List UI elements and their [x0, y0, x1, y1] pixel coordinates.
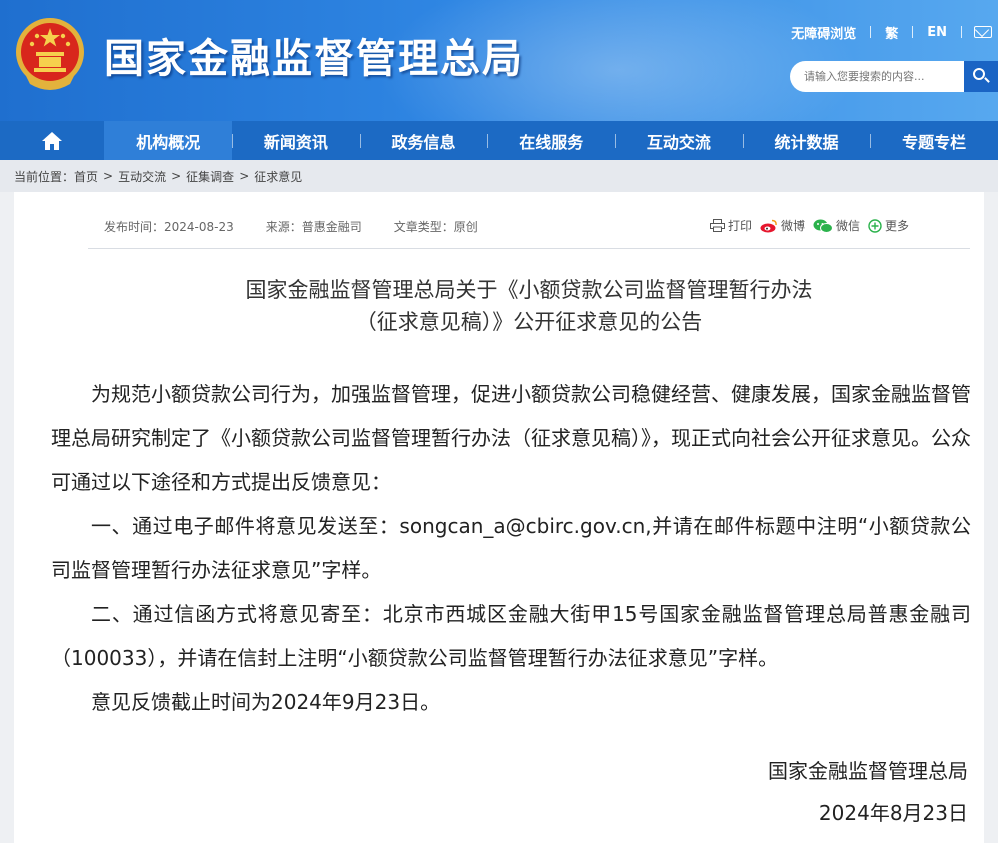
weibo-label: 微博: [781, 219, 806, 233]
search-button[interactable]: [964, 61, 998, 92]
traditional-chinese-link[interactable]: 繁: [871, 23, 912, 42]
search-box: [790, 61, 998, 92]
article-title-line2: （征求意见稿）》公开征求意见的公告: [355, 310, 703, 334]
wechat-share-button[interactable]: 微信: [813, 217, 860, 234]
paragraph-email: 一、通过电子邮件将意见发送至：songcan_a@cbirc.gov.cn,并请…: [51, 514, 971, 582]
wechat-icon: [813, 219, 834, 233]
accessibility-link[interactable]: 无障碍浏览: [777, 23, 870, 42]
article-source: 来源：普惠金融司: [265, 220, 362, 234]
nav-item-institution[interactable]: 机构概况: [104, 121, 233, 160]
nav-home[interactable]: [0, 121, 104, 160]
article-title: 国家金融监督管理总局关于《小额贷款公司监督管理暂行办法 （征求意见稿）》公开征求…: [88, 274, 970, 338]
nav-item-online-services[interactable]: 在线服务: [487, 121, 615, 160]
breadcrumb-separator: >: [239, 169, 250, 183]
breadcrumb-separator: >: [171, 169, 182, 183]
weibo-share-button[interactable]: 微博: [760, 217, 805, 234]
divider: [961, 26, 962, 38]
nav-item-news[interactable]: 新闻资讯: [232, 121, 360, 160]
weibo-icon: [760, 219, 777, 232]
article-body: 为规范小额贷款公司行为，加强监督管理，促进小额贷款公司稳健经营、健康发展，国家金…: [51, 372, 971, 724]
search-input[interactable]: [790, 61, 966, 92]
plus-circle-icon: [868, 218, 882, 233]
wechat-label: 微信: [836, 219, 861, 233]
more-share-button[interactable]: 更多: [868, 217, 909, 234]
print-label: 打印: [728, 219, 753, 233]
breadcrumb-separator: >: [103, 169, 114, 183]
print-button[interactable]: 打印: [710, 217, 752, 234]
breadcrumb-label: 当前位置：: [14, 169, 75, 184]
breadcrumb-home[interactable]: 首页: [74, 168, 98, 185]
article-meta: 发布时间：2024-08-23 来源：普惠金融司 文章类型：原创: [104, 218, 510, 235]
nav-item-interaction[interactable]: 互动交流: [615, 121, 743, 160]
mail-icon[interactable]: [974, 26, 992, 38]
share-toolbar: 打印 微博 微信 更多: [710, 217, 917, 234]
breadcrumb-consultation[interactable]: 征求意见: [254, 168, 302, 185]
breadcrumb-interaction[interactable]: 互动交流: [118, 168, 166, 185]
article-title-line1: 国家金融监督管理总局关于《小额贷款公司监督管理暂行办法: [245, 278, 813, 302]
signature: 国家金融监督管理总局 2024年8月23日: [768, 750, 968, 834]
publish-time: 发布时间：2024-08-23: [104, 220, 234, 234]
paragraph-intro: 为规范小额贷款公司行为，加强监督管理，促进小额贷款公司稳健经营、健康发展，国家金…: [51, 382, 971, 494]
site-header: 国家金融监督管理总局 无障碍浏览 繁 EN: [0, 0, 998, 121]
utility-links: 无障碍浏览 繁 EN: [777, 22, 998, 42]
signature-org: 国家金融监督管理总局: [768, 759, 968, 783]
breadcrumb: 当前位置： 首页 > 互动交流 > 征集调查 > 征求意见: [0, 160, 998, 192]
article-type: 文章类型：原创: [393, 220, 478, 234]
printer-icon: [710, 219, 725, 232]
article-panel: 发布时间：2024-08-23 来源：普惠金融司 文章类型：原创 打印 微博 微…: [14, 192, 984, 843]
nav-item-special-topics[interactable]: 专题专栏: [870, 121, 998, 160]
paragraph-deadline: 意见反馈截止时间为2024年9月23日。: [91, 690, 441, 714]
paragraph-mail: 二、通过信函方式将意见寄至：北京市西城区金融大街甲15号国家金融监督管理总局普惠…: [51, 602, 971, 670]
english-link[interactable]: EN: [913, 25, 961, 40]
site-title: 国家金融监督管理总局: [104, 36, 524, 82]
breadcrumb-survey[interactable]: 征集调查: [186, 168, 234, 185]
nav-item-statistics[interactable]: 统计数据: [742, 121, 871, 160]
nav-item-government-info[interactable]: 政务信息: [359, 121, 488, 160]
home-icon: [42, 131, 63, 150]
signature-date: 2024年8月23日: [818, 801, 968, 825]
divider: [88, 248, 970, 249]
national-emblem-icon: [16, 18, 84, 90]
main-nav: 机构概况 新闻资讯 政务信息 在线服务 互动交流 统计数据 专题专栏: [0, 121, 998, 160]
more-label: 更多: [885, 219, 910, 233]
